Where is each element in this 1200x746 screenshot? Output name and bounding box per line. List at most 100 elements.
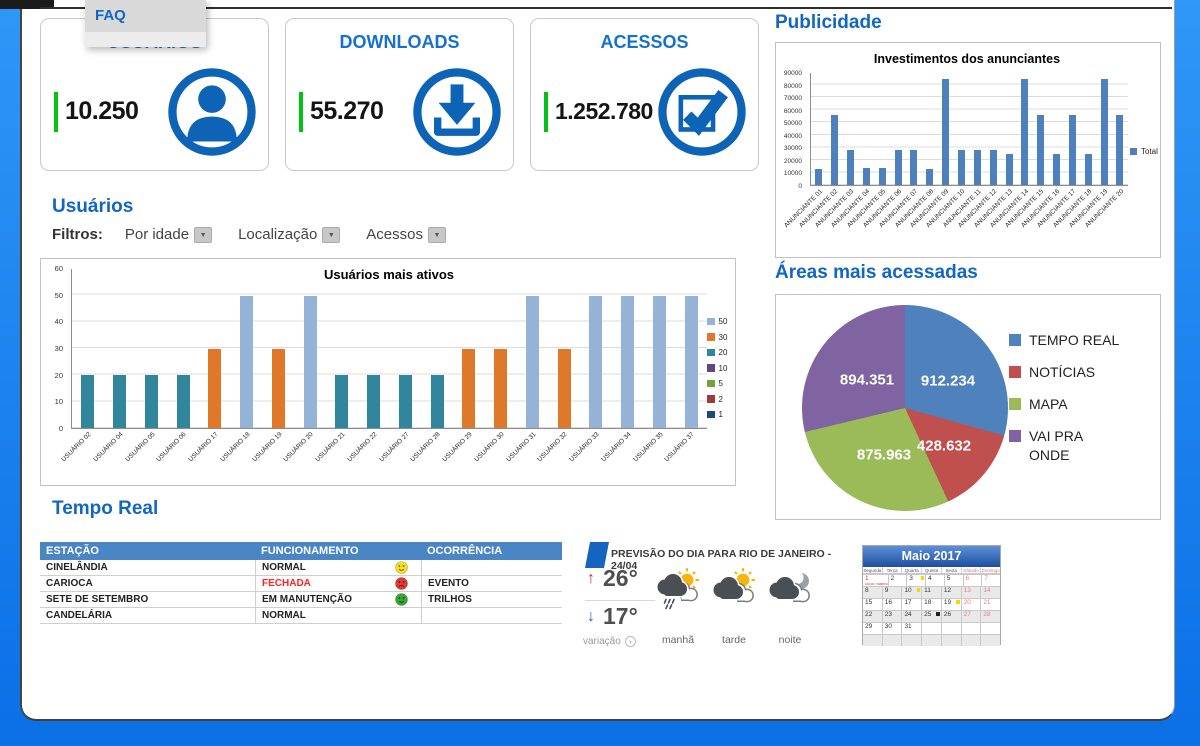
calendar-day-marker (921, 576, 925, 580)
y-axis-label: 80000 (784, 83, 802, 90)
calendar-day-cell[interactable]: 20 (962, 598, 982, 610)
y-axis-label: 40 (55, 317, 63, 326)
calendar-day-cell[interactable]: 2 (889, 574, 908, 586)
calendar-day-cell[interactable]: 15 (863, 598, 883, 610)
y-axis: 0100002000030000400005000060000700008000… (776, 73, 806, 186)
bar-slot: ANUNCIANTE 01 (811, 73, 827, 185)
menu-item-faq[interactable]: FAQ (85, 0, 206, 32)
legend-swatch (707, 318, 715, 326)
calendar-day-cell[interactable]: 26 (942, 610, 962, 622)
calendar-day-cell[interactable]: 8 (863, 586, 883, 598)
calendar-day-cell[interactable]: 31 (902, 622, 922, 634)
calendar-day-cell[interactable]: 19 (942, 598, 962, 610)
calendar-day-cell[interactable]: 9 (883, 586, 903, 598)
filters-label: Filtros: (52, 226, 103, 243)
period-label-tarde: tarde (707, 634, 761, 646)
calendar-day-cell[interactable]: 17 (902, 598, 922, 610)
x-axis-label: USUÁRIO 02 (61, 431, 93, 463)
legend-label: 50 (719, 317, 728, 326)
x-axis-label: USUÁRIO 29 (442, 431, 474, 463)
calendar-day-cell[interactable]: 11 (922, 586, 942, 598)
filters-bar: Filtros: Por idade ▼ Localização ▼ Acess… (52, 226, 472, 243)
x-axis-label: USUÁRIO 19 (251, 431, 283, 463)
variation-expand-icon[interactable]: › (625, 636, 636, 647)
y-axis-label: 70000 (784, 95, 802, 102)
calendar-day-marker (917, 588, 921, 592)
calendar-day-cell[interactable]: 7 (982, 574, 1000, 586)
bar (990, 150, 997, 185)
bar (1021, 79, 1028, 185)
calendar-day-cell[interactable]: 25 (922, 610, 942, 622)
x-axis-label: USUÁRIO 22 (346, 431, 378, 463)
calendar-weekday: Domingo (981, 567, 1000, 573)
bar (335, 375, 348, 428)
kpi-card-title: DOWNLOADS (286, 32, 513, 53)
calendar-day-cell[interactable]: 28 (981, 610, 1000, 622)
calendar-day-cell[interactable]: 21 (981, 598, 1000, 610)
calendar-day-cell[interactable]: 27 (962, 610, 982, 622)
calendar-day-cell[interactable]: 10 (902, 586, 922, 598)
calendar-day-cell[interactable]: 18 (922, 598, 942, 610)
section-title-publicidade: Publicidade (775, 12, 882, 34)
calendar-weekday-row: SegundaTerçaQuartaQuintaSextaSábadoDomin… (863, 567, 1000, 574)
legend-label: 30 (719, 333, 728, 342)
filter-localizacao-dropdown-button[interactable]: ▼ (322, 227, 340, 243)
areas-chart-panel: 912.234428.632875.963894.351 TEMPO REALN… (775, 294, 1161, 520)
pie-slice-value: 875.963 (857, 447, 911, 464)
calendar-widget: Maio 2017 SegundaTerçaQuartaQuintaSextaS… (862, 545, 1001, 645)
temp-divider (585, 600, 655, 601)
legend-item: MAPA (1009, 395, 1121, 414)
calendar-day-cell[interactable]: 12 (942, 586, 962, 598)
bar (974, 150, 981, 185)
bar (526, 296, 539, 429)
calendar-day-cell[interactable]: 16 (883, 598, 903, 610)
calendar-day-cell (902, 634, 922, 646)
weather-widget: PREVISÃO DO DIA PARA RIO DE JANEIRO - 24… (583, 540, 855, 652)
calendar-day-cell (942, 634, 962, 646)
y-axis-label: 40000 (784, 133, 802, 140)
legend-item: 2 (707, 395, 727, 404)
cell-ocorrencia (421, 560, 562, 575)
legend-label: 2 (719, 395, 723, 404)
calendar-weekday: Quinta (922, 567, 942, 573)
calendar-day-cell[interactable]: 24 (902, 610, 922, 622)
bar (895, 150, 902, 185)
calendar-day-cell[interactable]: 30 (883, 622, 903, 634)
calendar-day-cell[interactable]: 22 (863, 610, 883, 622)
calendar-month-title: Maio 2017 (863, 546, 1000, 567)
bar (81, 375, 94, 428)
bar (1006, 154, 1013, 185)
calendar-day-cell[interactable]: 5 (945, 574, 964, 586)
period-label-noite: noite (763, 634, 817, 646)
filter-acessos-dropdown-button[interactable]: ▼ (428, 227, 446, 243)
legend-item: 30 (707, 333, 727, 342)
bar (177, 375, 190, 428)
calendar-day-cell[interactable]: 23 (883, 610, 903, 622)
y-axis-label: 10 (55, 397, 63, 406)
x-axis-label: USUÁRIO 30 (473, 431, 505, 463)
calendar-day-cell[interactable]: 3 (907, 574, 926, 586)
kpi-card-acessos: ACESSOS 1.252.780 (530, 18, 759, 171)
bar-slot: USUÁRIO 35 (644, 269, 676, 428)
calendar-week-row (863, 634, 1000, 646)
bar (558, 349, 571, 429)
legend-swatch (1009, 334, 1021, 346)
y-axis-label: 0 (798, 183, 802, 190)
bar-slot: USUÁRIO 32 (548, 269, 580, 428)
calendar-day-cell[interactable]: 4 (926, 574, 945, 586)
calendar-week-row: 22232425262728 (863, 610, 1000, 622)
calendar-day-cell[interactable]: 29 (863, 622, 883, 634)
calendar-day-cell[interactable]: 6 (964, 574, 983, 586)
calendar-day-marker (956, 600, 960, 604)
filter-por-idade-dropdown-button[interactable]: ▼ (194, 227, 212, 243)
status-smiley-icon (395, 593, 408, 606)
calendar-day-cell[interactable]: 13 (962, 586, 982, 598)
legend-swatch (707, 364, 715, 372)
calendar-day-cell[interactable]: 1Dia do Trabalho (863, 574, 889, 586)
bar (367, 375, 380, 428)
calendar-day-cell[interactable]: 14 (981, 586, 1000, 598)
bar-slot: USUÁRIO 02 (72, 269, 104, 428)
stations-table: ESTAÇÃO FUNCIONAMENTO OCORRÊNCIA CINELÂN… (40, 542, 562, 624)
bar-slot: USUÁRIO 37 (675, 269, 707, 428)
bar (1116, 115, 1123, 185)
